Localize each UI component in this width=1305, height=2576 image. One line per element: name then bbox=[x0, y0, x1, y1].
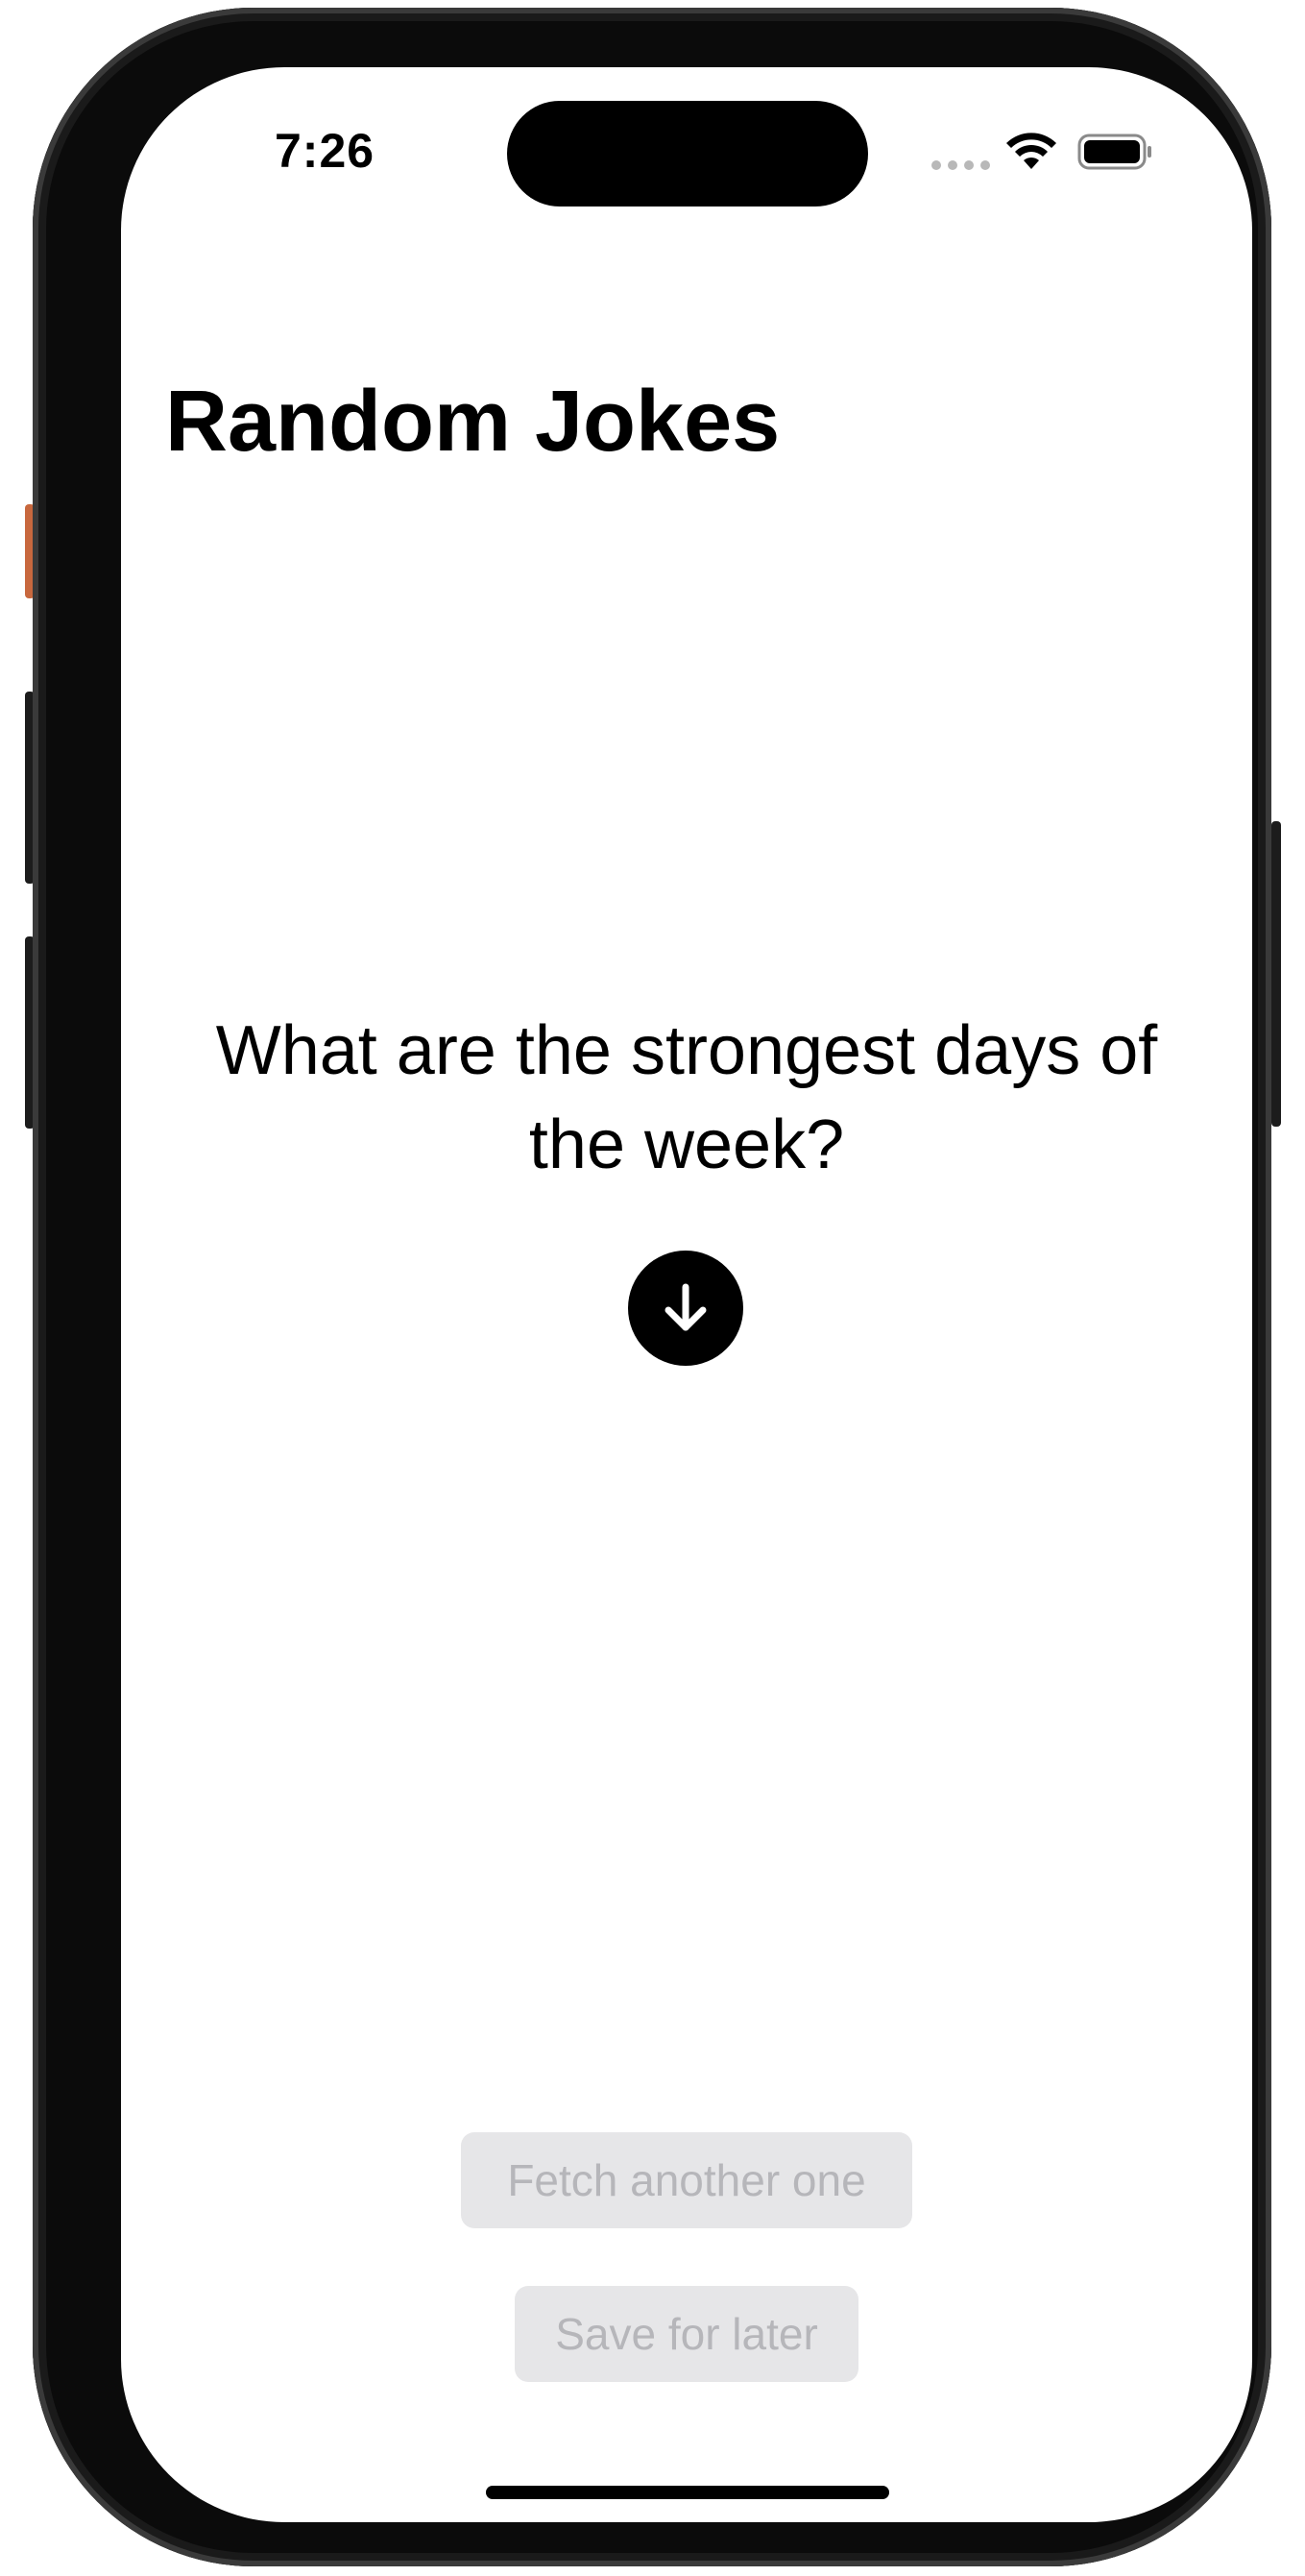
save-for-later-button[interactable]: Save for later bbox=[515, 2286, 858, 2382]
screen: 7:26 Random Jokes What are the strongest… bbox=[121, 67, 1252, 2522]
cellular-signal-icon bbox=[931, 160, 990, 170]
arrow-down-icon bbox=[665, 1283, 707, 1331]
joke-setup-text: What are the strongest days of the week? bbox=[215, 1012, 1158, 1183]
power-button[interactable] bbox=[1271, 821, 1281, 1127]
home-indicator[interactable] bbox=[486, 2486, 889, 2499]
page-title: Random Jokes bbox=[165, 374, 781, 470]
battery-icon bbox=[1077, 134, 1151, 170]
phone-frame: 7:26 Random Jokes What are the strongest… bbox=[33, 8, 1271, 2566]
status-time: 7:26 bbox=[275, 124, 375, 178]
wifi-icon bbox=[1006, 133, 1056, 169]
reveal-punchline-button[interactable] bbox=[628, 1251, 743, 1366]
fetch-another-button[interactable]: Fetch another one bbox=[461, 2132, 912, 2228]
dynamic-island bbox=[507, 101, 868, 207]
